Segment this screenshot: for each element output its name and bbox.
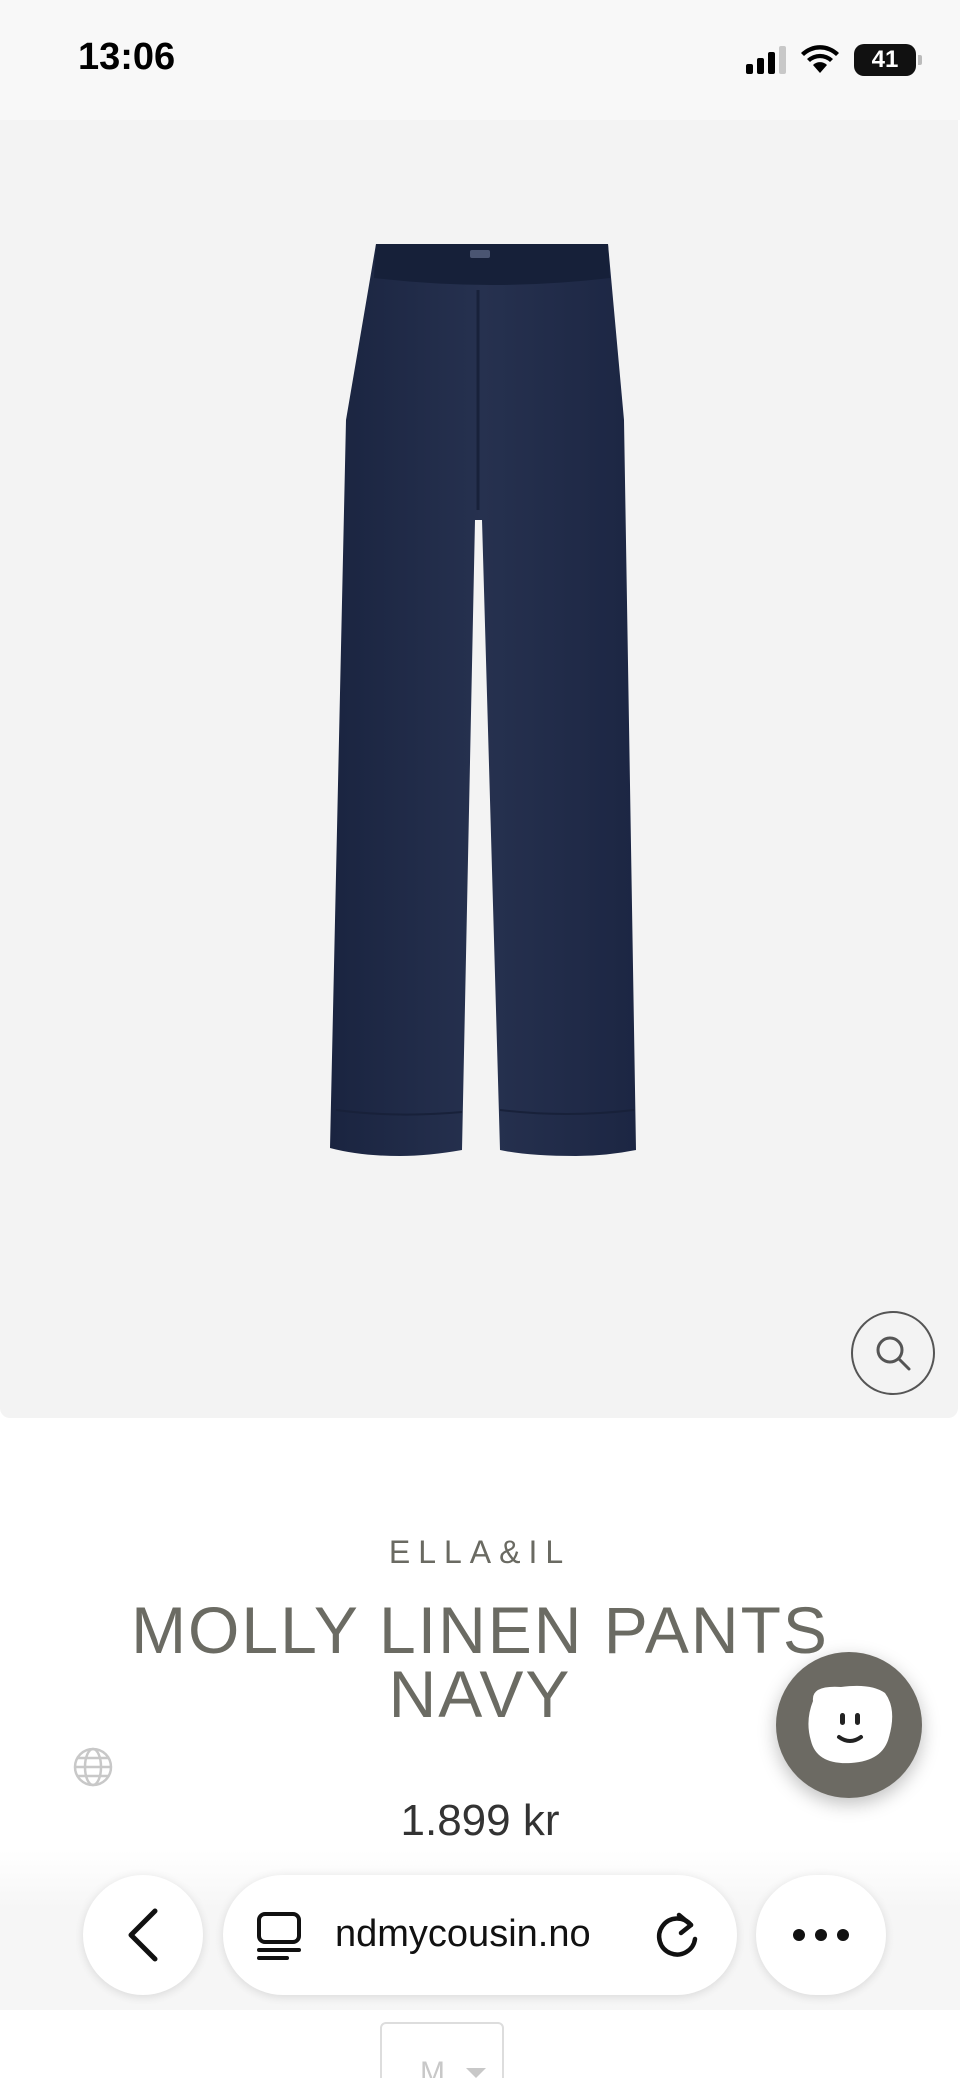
zoom-button[interactable] [851, 1311, 935, 1395]
more-dot [793, 1929, 805, 1941]
size-select-value: M [420, 2056, 445, 2078]
chat-face-icon [808, 1685, 893, 1764]
magnifier-icon [876, 1336, 911, 1371]
product-brand[interactable]: ELLA&IL [0, 1534, 960, 1571]
status-icons: 41 [746, 42, 922, 78]
tabs-icon[interactable] [253, 1908, 305, 1964]
battery-icon: 41 [854, 44, 922, 76]
status-bar: 13:06 41 [0, 0, 960, 120]
product-image[interactable] [0, 120, 958, 1418]
battery-level: 41 [871, 46, 899, 73]
back-button[interactable] [83, 1875, 203, 1995]
product-pants-image [330, 244, 636, 1156]
product-title: MOLLY LINEN PANTS NAVY [131, 1593, 829, 1731]
more-dot [837, 1929, 849, 1941]
more-button[interactable] [756, 1875, 886, 1995]
reload-icon[interactable] [649, 1907, 705, 1963]
chevron-down-icon [466, 2068, 486, 2078]
url-text[interactable]: ndmycousin.no [335, 1913, 591, 1956]
chat-button[interactable] [776, 1652, 922, 1798]
product-price: 1.899 kr [400, 1796, 560, 1845]
globe-icon[interactable] [72, 1746, 114, 1788]
status-time: 13:06 [78, 36, 176, 78]
size-select[interactable]: M [380, 2022, 504, 2078]
chevron-left-icon [128, 1908, 158, 1962]
wifi-icon [801, 45, 839, 73]
cellular-signal-icon [746, 46, 786, 74]
address-bar[interactable]: ndmycousin.no [223, 1875, 737, 1995]
more-dot [815, 1929, 827, 1941]
